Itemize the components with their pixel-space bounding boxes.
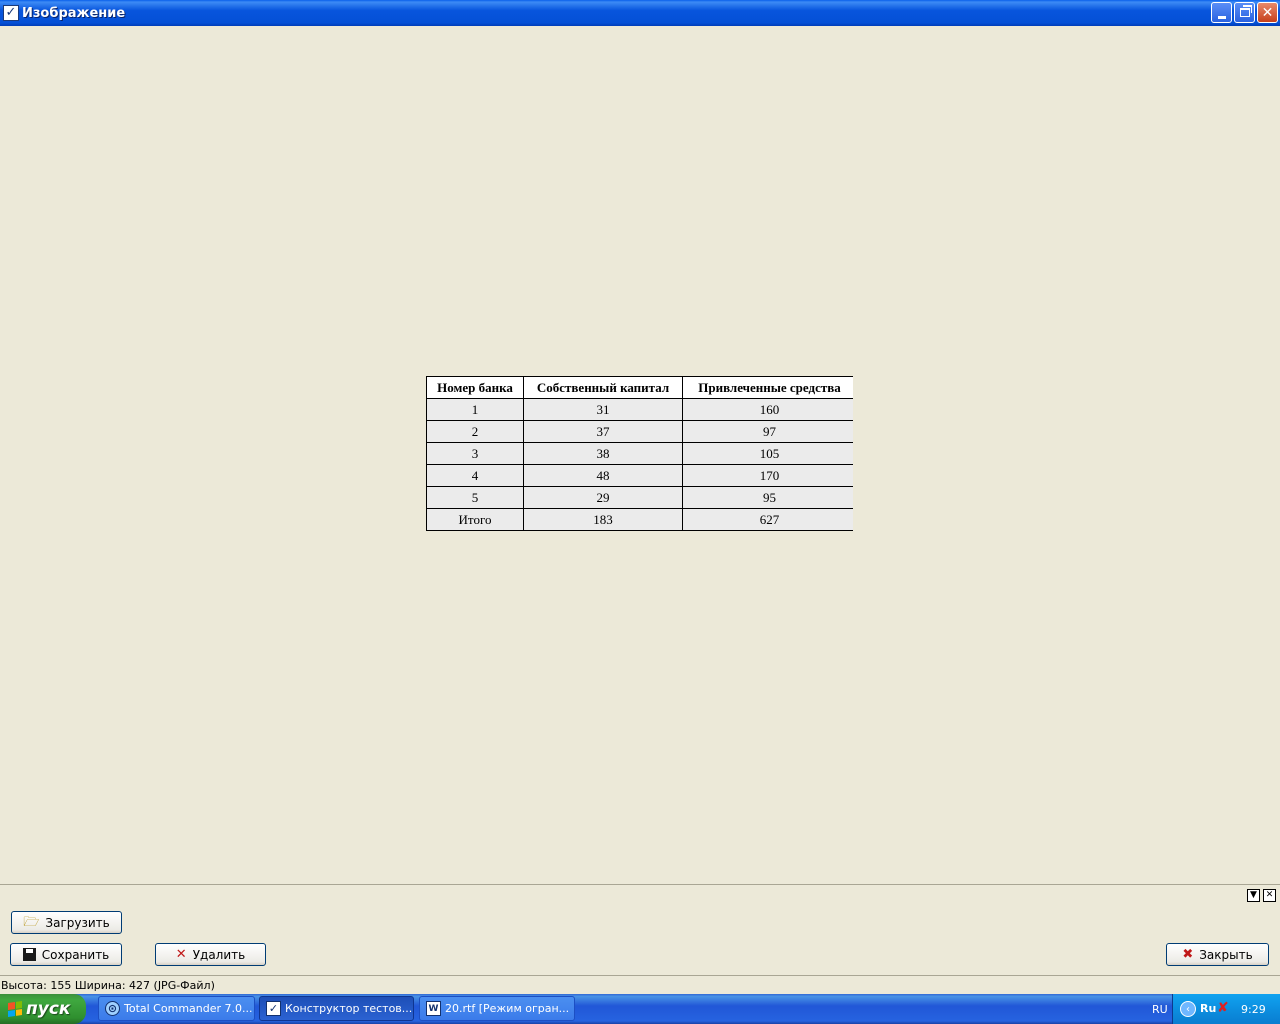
taskbar-item-total-commander[interactable]: ⊙ Total Commander 7.0...: [98, 996, 255, 1021]
taskbar-item-label: Total Commander 7.0...: [124, 1002, 253, 1015]
delete-button[interactable]: ✕ Удалить: [155, 943, 266, 966]
start-button[interactable]: пуск: [0, 994, 86, 1024]
table-cell: 170: [682, 464, 853, 487]
table-total-row: Итого 183 627: [426, 508, 853, 531]
close-icon: ✕: [1261, 4, 1274, 21]
table-cell: 37: [523, 420, 683, 443]
table-cell: 105: [682, 442, 853, 465]
system-tray: ‹ Ru ✘ 9:29: [1172, 994, 1280, 1024]
image-viewer: Номер банка Собственный капитал Привлече…: [0, 26, 1280, 884]
taskbar: пуск ⊙ Total Commander 7.0... ✓ Конструк…: [0, 994, 1280, 1024]
close-button[interactable]: ✖ Закрыть: [1166, 943, 1269, 966]
language-indicator[interactable]: RU: [1152, 1003, 1168, 1016]
window-controls: ✕: [1211, 2, 1278, 23]
bank-table: Номер банка Собственный капитал Привлече…: [426, 376, 853, 531]
header-attracted-funds: Привлеченные средства: [682, 376, 853, 399]
table-cell: 29: [523, 486, 683, 509]
panel-close-button[interactable]: ✕: [1263, 889, 1276, 902]
keyboard-layout-indicator[interactable]: Ru: [1200, 1002, 1216, 1015]
window-title: Изображение: [22, 5, 126, 21]
table-cell: 3: [426, 442, 524, 465]
close-icon: ✕: [1265, 890, 1274, 900]
save-button-label: Сохранить: [41, 947, 110, 962]
table-header-row: Номер банка Собственный капитал Привлече…: [426, 376, 853, 399]
folder-open-icon: 🗁: [23, 915, 40, 930]
restore-button[interactable]: [1234, 2, 1255, 23]
floppy-disk-icon: [22, 948, 36, 961]
table-cell: 1: [426, 398, 524, 421]
table-cell: 95: [682, 486, 853, 509]
load-button[interactable]: 🗁 Загрузить: [11, 911, 122, 934]
restore-icon: [1239, 5, 1252, 17]
table-row: 5 29 95: [426, 486, 853, 509]
windows-logo-icon: [8, 1001, 22, 1017]
clock[interactable]: 9:29: [1241, 1003, 1266, 1016]
checkbox-icon: ✓: [266, 1001, 281, 1016]
taskbar-item-label: Конструктор тестов...: [285, 1002, 413, 1015]
document-icon: W: [426, 1001, 441, 1016]
taskbar-item-label: 20.rtf [Режим огран...: [445, 1002, 570, 1015]
control-panel: ▼ ✕ 🗁 Загрузить Сохранить ✕ Удалить ✖ За…: [0, 884, 1280, 976]
table-cell: 183: [523, 508, 683, 531]
table-cell: 627: [682, 508, 853, 531]
panel-collapse-button[interactable]: ▼: [1247, 889, 1260, 902]
table-cell: 38: [523, 442, 683, 465]
antivirus-icon[interactable]: ✘: [1217, 1000, 1229, 1016]
status-bar: Высота: 155 Ширина: 427 (JPG-Файл): [1, 979, 215, 992]
show-hidden-icons-icon[interactable]: ‹: [1180, 1001, 1196, 1017]
close-window-button[interactable]: ✕: [1257, 2, 1278, 23]
delete-button-label: Удалить: [192, 947, 246, 962]
table-row: 4 48 170: [426, 464, 853, 487]
displayed-image: Номер банка Собственный капитал Привлече…: [426, 376, 853, 531]
table-cell: 5: [426, 486, 524, 509]
minimize-icon: [1217, 15, 1226, 19]
header-own-capital: Собственный капитал: [523, 376, 683, 399]
table-row: 3 38 105: [426, 442, 853, 465]
start-label: пуск: [26, 999, 71, 1019]
table-row: 2 37 97: [426, 420, 853, 443]
total-commander-icon: ⊙: [105, 1001, 120, 1016]
table-row: 1 31 160: [426, 398, 853, 421]
checkbox-icon: ✓: [3, 5, 19, 21]
save-button[interactable]: Сохранить: [10, 943, 122, 966]
table-cell: 48: [523, 464, 683, 487]
close-button-label: Закрыть: [1199, 947, 1253, 962]
table-cell: 160: [682, 398, 853, 421]
taskbar-item-test-constructor[interactable]: ✓ Конструктор тестов...: [259, 996, 414, 1021]
minimize-button[interactable]: [1211, 2, 1232, 23]
close-x-icon: ✖: [1182, 947, 1194, 962]
table-cell: 4: [426, 464, 524, 487]
taskbar-item-document[interactable]: W 20.rtf [Режим огран...: [419, 996, 575, 1021]
load-button-label: Загрузить: [45, 915, 110, 930]
table-cell: 97: [682, 420, 853, 443]
window-titlebar[interactable]: ✓ Изображение ✕: [0, 0, 1280, 26]
delete-x-icon: ✕: [175, 947, 187, 962]
header-bank-number: Номер банка: [426, 376, 524, 399]
table-cell: Итого: [426, 508, 524, 531]
table-cell: 2: [426, 420, 524, 443]
table-cell: 31: [523, 398, 683, 421]
triangle-down-icon: ▼: [1250, 890, 1257, 900]
